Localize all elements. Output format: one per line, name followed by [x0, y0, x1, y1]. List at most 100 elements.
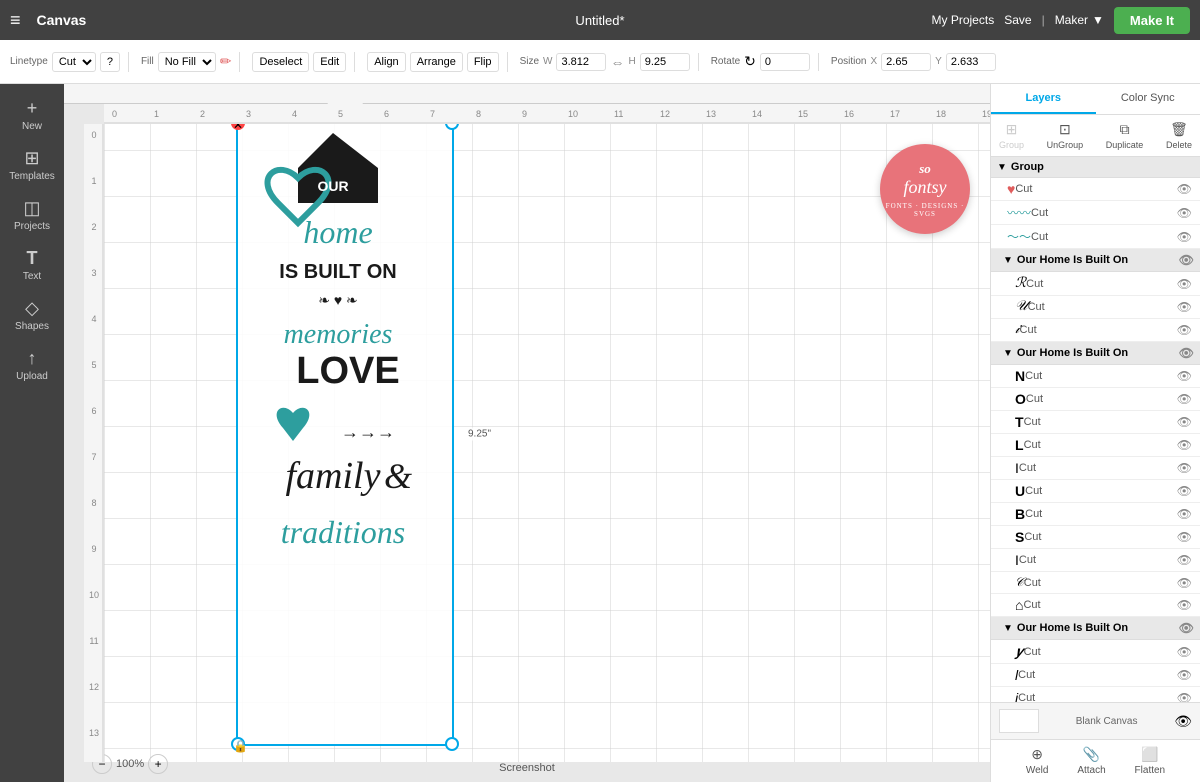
fill-select[interactable]: No Fill: [158, 52, 216, 72]
layer-subgroup-header-3[interactable]: ▼ Our Home Is Built On 👁: [991, 617, 1200, 640]
layer-item[interactable]: l Cut 👁: [991, 664, 1200, 687]
layer-item[interactable]: S Cut 👁: [991, 526, 1200, 549]
svg-text:LOVE: LOVE: [296, 350, 399, 392]
layer-item-label: Cut: [1025, 485, 1173, 497]
handle-bottom-left[interactable]: 🔒: [231, 737, 245, 751]
ungroup-icon: ⊡: [1059, 121, 1071, 138]
bottom-bar: Blank Canvas 👁: [991, 702, 1200, 739]
delete-button[interactable]: 🗑 Delete: [1166, 121, 1192, 150]
selection-box[interactable]: ✕ 🔒 3.812" 9.25" OUR home: [236, 121, 454, 746]
layer-item[interactable]: I Cut 👁: [991, 549, 1200, 572]
sidebar-item-upload[interactable]: ↑ Upload: [2, 342, 62, 388]
zoom-in-button[interactable]: +: [148, 754, 168, 774]
hamburger-icon[interactable]: ≡: [10, 10, 21, 31]
layer-item[interactable]: ♥ Cut 👁: [991, 178, 1200, 201]
sidebar-item-text[interactable]: T Text: [2, 242, 62, 288]
design-canvas[interactable]: 0 1 2 3 4 5 6 7 8 9 10 11 12 13 14 15 16…: [84, 104, 990, 762]
layer-item[interactable]: 〜〜 Cut 👁: [991, 225, 1200, 249]
layers-toolbar: ⊞ Group ⊡ UnGroup ⧉ Duplicate 🗑 Delete: [991, 115, 1200, 157]
layer-item[interactable]: 𝒰 Cut 👁: [991, 296, 1200, 319]
eye-icon[interactable]: 👁: [1179, 253, 1194, 267]
sidebar-item-projects[interactable]: ◫ Projects: [2, 192, 62, 238]
attach-button[interactable]: 📎 Attach: [1077, 746, 1105, 776]
height-input[interactable]: [640, 53, 690, 71]
width-input[interactable]: [556, 53, 606, 71]
maker-button[interactable]: Maker ▼: [1055, 13, 1104, 27]
eye-icon[interactable]: 👁: [1177, 230, 1192, 244]
eye-icon[interactable]: 👁: [1177, 323, 1192, 337]
handle-top-left[interactable]: ✕: [231, 116, 245, 130]
layer-item[interactable]: i Cut 👁: [991, 687, 1200, 702]
eye-icon[interactable]: 👁: [1177, 206, 1192, 220]
sidebar-item-shapes[interactable]: ◇ Shapes: [2, 292, 62, 338]
handle-top-right[interactable]: [445, 116, 459, 130]
layer-item[interactable]: N Cut 👁: [991, 365, 1200, 388]
layer-item[interactable]: O Cut 👁: [991, 388, 1200, 411]
handle-bottom-right[interactable]: [445, 737, 459, 751]
eye-icon[interactable]: 👁: [1177, 182, 1192, 196]
eye-icon[interactable]: 👁: [1179, 621, 1194, 635]
eye-icon[interactable]: 👁: [1177, 277, 1192, 291]
eye-icon[interactable]: 👁: [1177, 645, 1192, 659]
layer-item[interactable]: U Cut 👁: [991, 480, 1200, 503]
my-projects-button[interactable]: My Projects: [932, 13, 995, 27]
eye-icon[interactable]: 👁: [1177, 461, 1192, 475]
eye-icon[interactable]: 👁: [1177, 576, 1192, 590]
linetype-info-button[interactable]: ?: [100, 52, 120, 72]
tab-layers[interactable]: Layers: [991, 84, 1096, 114]
ungroup-button[interactable]: ⊡ UnGroup: [1047, 121, 1084, 150]
edit-button[interactable]: Edit: [313, 52, 346, 72]
pos-y-input[interactable]: [946, 53, 996, 71]
tab-color-sync[interactable]: Color Sync: [1096, 84, 1200, 114]
save-button[interactable]: Save: [1004, 13, 1031, 27]
eye-icon[interactable]: 👁: [1177, 553, 1192, 567]
layer-item[interactable]: I Cut 👁: [991, 457, 1200, 480]
duplicate-label: Duplicate: [1106, 140, 1144, 150]
n-icon: N: [1015, 368, 1025, 384]
layer-item[interactable]: T Cut 👁: [991, 411, 1200, 434]
sidebar-item-new[interactable]: + New: [2, 92, 62, 138]
eye-icon[interactable]: 👁: [1177, 507, 1192, 521]
eye-icon[interactable]: 👁: [1177, 415, 1192, 429]
layer-item[interactable]: 𝒚 Cut 👁: [991, 640, 1200, 664]
arrange-button[interactable]: Arrange: [410, 52, 463, 72]
eye-icon[interactable]: 👁: [1179, 346, 1194, 360]
make-it-button[interactable]: Make It: [1114, 7, 1190, 34]
flatten-button[interactable]: ⬜ Flatten: [1135, 746, 1166, 776]
layer-group-header[interactable]: ▼ Group: [991, 157, 1200, 178]
eye-icon[interactable]: 👁: [1177, 392, 1192, 406]
canvas-eye-icon[interactable]: 👁: [1174, 713, 1192, 730]
pos-x-input[interactable]: [881, 53, 931, 71]
layer-item[interactable]: ⌂ Cut 👁: [991, 594, 1200, 617]
eye-icon[interactable]: 👁: [1177, 530, 1192, 544]
eye-icon[interactable]: 👁: [1177, 438, 1192, 452]
layer-item[interactable]: ℛ Cut 👁: [991, 272, 1200, 296]
flip-button[interactable]: Flip: [467, 52, 499, 72]
linetype-select[interactable]: Cut: [52, 52, 96, 72]
group-label: Group: [999, 140, 1024, 150]
house-icon: ⌂: [1015, 597, 1023, 613]
canvas-area[interactable]: 0 1 2 3 4 5 6 7 8 9 10 11 12 13 14 15 16…: [64, 84, 990, 782]
eye-icon[interactable]: 👁: [1177, 691, 1192, 702]
layer-item[interactable]: 〰〰 Cut 👁: [991, 201, 1200, 225]
deselect-button[interactable]: Deselect: [252, 52, 309, 72]
eye-icon[interactable]: 👁: [1177, 300, 1192, 314]
eye-icon[interactable]: 👁: [1177, 369, 1192, 383]
duplicate-button[interactable]: ⧉ Duplicate: [1106, 121, 1144, 150]
align-button[interactable]: Align: [367, 52, 405, 72]
layer-item[interactable]: 𝒞 Cut 👁: [991, 572, 1200, 594]
eye-icon[interactable]: 👁: [1177, 668, 1192, 682]
group-button[interactable]: ⊞ Group: [999, 121, 1024, 150]
zoom-out-button[interactable]: −: [92, 754, 112, 774]
eye-icon[interactable]: 👁: [1177, 484, 1192, 498]
eye-icon[interactable]: 👁: [1177, 598, 1192, 612]
layer-subgroup-header-2[interactable]: ▼ Our Home Is Built On 👁: [991, 342, 1200, 365]
layer-item[interactable]: 𝒾 Cut 👁: [991, 319, 1200, 342]
rotate-input[interactable]: [760, 53, 810, 71]
layer-item[interactable]: L Cut 👁: [991, 434, 1200, 457]
layer-item-label: Cut: [1028, 301, 1173, 313]
layer-subgroup-header[interactable]: ▼ Our Home Is Built On 👁: [991, 249, 1200, 272]
sidebar-item-templates[interactable]: ⊞ Templates: [2, 142, 62, 188]
layer-item[interactable]: B Cut 👁: [991, 503, 1200, 526]
weld-button[interactable]: ⊕ Weld: [1026, 746, 1049, 776]
